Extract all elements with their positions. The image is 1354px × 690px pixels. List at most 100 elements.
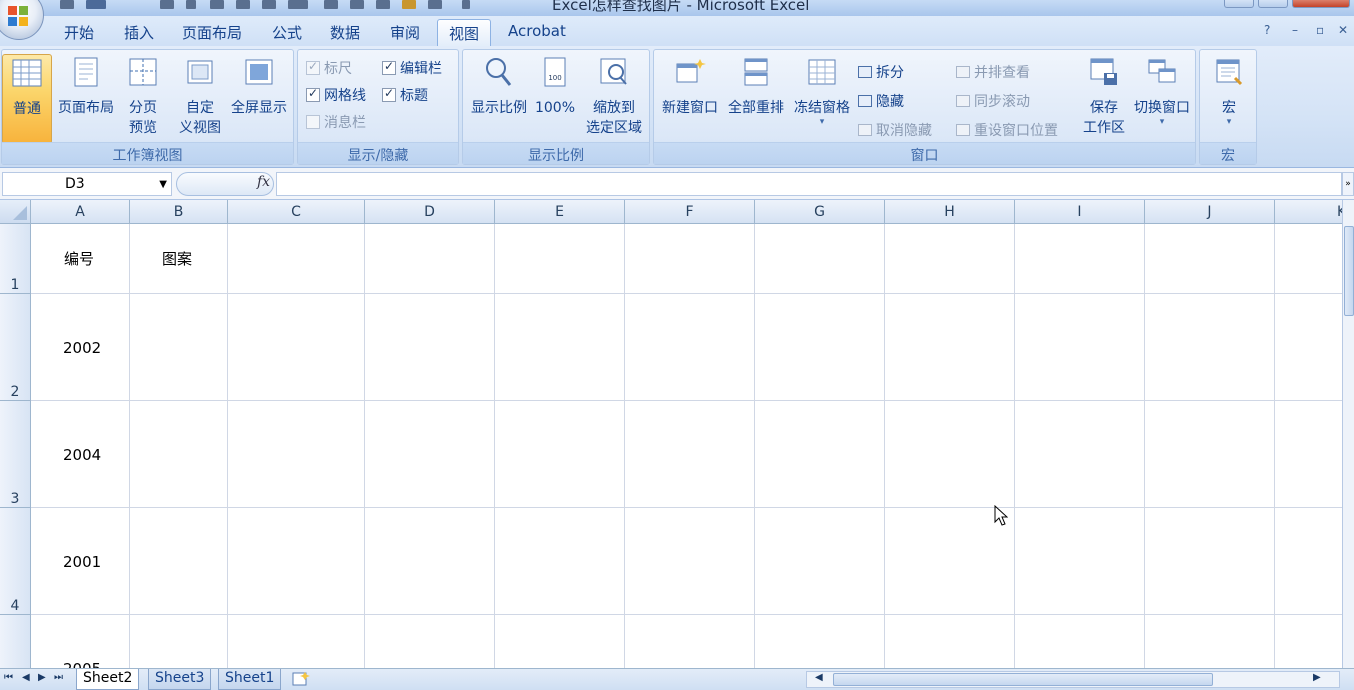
name-box[interactable]: D3 ▼: [2, 172, 172, 196]
message-bar-checkbox[interactable]: 消息栏: [306, 112, 366, 132]
cell-a5[interactable]: 2005: [63, 660, 101, 668]
format-icon[interactable]: [236, 0, 250, 9]
vertical-scroll-thumb[interactable]: [1344, 226, 1354, 316]
freeze-panes-button[interactable]: 冻结窗格 ▾: [790, 54, 854, 127]
zoom-to-selection-button[interactable]: 缩放到 选定区域: [581, 54, 647, 138]
print-icon[interactable]: [324, 0, 338, 9]
column-header-f[interactable]: F: [625, 200, 755, 224]
switch-windows-button[interactable]: 切换窗口 ▾: [1130, 54, 1194, 127]
save-icon[interactable]: [60, 0, 74, 9]
save-workspace-button[interactable]: 保存 工作区: [1078, 54, 1130, 138]
formula-bar-checkbox[interactable]: 编辑栏: [382, 58, 442, 78]
macros-button[interactable]: 宏 ▾: [1206, 54, 1252, 127]
ribbon-restore-icon[interactable]: ▫: [1316, 23, 1324, 37]
tab-insert[interactable]: 插入: [124, 22, 154, 43]
expand-formula-bar-icon[interactable]: »: [1342, 172, 1354, 196]
ribbon-minimize-icon[interactable]: –: [1292, 23, 1298, 37]
minimize-button[interactable]: [1224, 0, 1254, 8]
tab-formulas[interactable]: 公式: [272, 22, 302, 43]
scroll-right-icon[interactable]: ▶: [1313, 672, 1321, 683]
split-button[interactable]: 拆分: [858, 62, 904, 82]
column-header-j[interactable]: J: [1145, 200, 1275, 224]
new-window-button[interactable]: 新建窗口: [658, 54, 722, 118]
group-show-hide: 标尺 编辑栏 网格线 标题 消息栏 显示/隐藏: [297, 49, 459, 165]
next-sheet-icon[interactable]: ▶: [38, 672, 46, 683]
column-header-b[interactable]: B: [130, 200, 228, 224]
first-sheet-icon[interactable]: ⏮: [4, 672, 13, 683]
grid-icon[interactable]: [210, 0, 224, 9]
sheet-tab-sheet1[interactable]: Sheet1: [218, 669, 282, 690]
reset-window-position-button[interactable]: 重设窗口位置: [956, 120, 1058, 140]
prev-sheet-icon[interactable]: ◀: [22, 672, 30, 683]
cell-a1[interactable]: 编号: [64, 248, 94, 269]
close-button[interactable]: [1292, 0, 1350, 8]
headings-checkbox[interactable]: 标题: [382, 85, 428, 105]
ribbon-close-icon[interactable]: ✕: [1338, 23, 1348, 37]
tab-acrobat[interactable]: Acrobat: [508, 22, 566, 40]
cell-a2[interactable]: 2002: [63, 339, 101, 357]
last-sheet-icon[interactable]: ⏭: [54, 672, 63, 683]
unhide-button[interactable]: 取消隐藏: [858, 120, 932, 140]
column-header-g[interactable]: G: [755, 200, 885, 224]
tab-view[interactable]: 视图: [437, 19, 491, 47]
gridlines-checkbox[interactable]: 网格线: [306, 85, 366, 105]
page-break-preview-button[interactable]: 分页 预览: [120, 54, 166, 138]
help-icon[interactable]: ?: [1264, 23, 1270, 37]
name-box-dropdown-icon[interactable]: ▼: [159, 179, 167, 190]
column-header-k[interactable]: K: [1275, 200, 1342, 224]
customize-qat-icon[interactable]: [462, 0, 470, 9]
undo-icon[interactable]: [86, 0, 106, 9]
hide-window-button[interactable]: 隐藏: [858, 91, 904, 111]
scroll-left-icon[interactable]: ◀: [815, 672, 823, 683]
sheet-tab-sheet2[interactable]: Sheet2: [76, 669, 140, 690]
column-header-i[interactable]: I: [1015, 200, 1145, 224]
select-all-corner[interactable]: [0, 200, 31, 224]
sheet-tab-sheet3[interactable]: Sheet3: [148, 669, 212, 690]
arrange-all-button[interactable]: 全部重排: [724, 54, 788, 118]
cell-a3[interactable]: 2004: [63, 446, 101, 464]
new-file-icon[interactable]: [186, 0, 196, 9]
row-header-5[interactable]: [0, 615, 31, 668]
sync-scroll-button[interactable]: 同步滚动: [956, 91, 1030, 111]
zoom-button[interactable]: 显示比例: [467, 54, 531, 118]
side-by-side-button[interactable]: 并排查看: [956, 62, 1030, 82]
edit-icon[interactable]: [376, 0, 390, 9]
name-box-value: D3: [65, 176, 85, 192]
horizontal-scrollbar[interactable]: ◀ ▶: [806, 671, 1340, 688]
row-header-1[interactable]: 1: [0, 224, 31, 294]
tab-review[interactable]: 审阅: [390, 22, 420, 43]
horizontal-scroll-thumb[interactable]: [833, 673, 1213, 686]
open-folder-icon[interactable]: [402, 0, 416, 9]
column-header-e[interactable]: E: [495, 200, 625, 224]
column-header-h[interactable]: H: [885, 200, 1015, 224]
worksheet-grid[interactable]: A B C D E F G H I J K 1 2 3 4 编号 图案 2002…: [0, 200, 1342, 668]
cell-b1[interactable]: 图案: [162, 248, 192, 269]
tab-home[interactable]: 开始: [64, 22, 94, 43]
row-header-2[interactable]: 2: [0, 294, 31, 401]
column-header-a[interactable]: A: [31, 200, 130, 224]
formula-input[interactable]: [276, 172, 1342, 196]
chart-icon[interactable]: [262, 0, 276, 9]
unhide-icon: [858, 124, 872, 136]
maximize-button[interactable]: [1258, 0, 1288, 8]
camera-icon[interactable]: [428, 0, 442, 9]
insert-sheet-icon[interactable]: [292, 671, 310, 687]
row-header-3[interactable]: 3: [0, 401, 31, 508]
row-header-4[interactable]: 4: [0, 508, 31, 615]
ruler-checkbox[interactable]: 标尺: [306, 58, 352, 78]
full-screen-button[interactable]: 全屏显示: [226, 54, 292, 118]
column-header-d[interactable]: D: [365, 200, 495, 224]
cell-a4[interactable]: 2001: [63, 553, 101, 571]
custom-views-button[interactable]: 自定 义视图: [174, 54, 226, 138]
print-preview-icon[interactable]: [160, 0, 174, 9]
normal-view-button[interactable]: 普通: [2, 54, 52, 144]
tools-icon[interactable]: [288, 0, 308, 9]
page-layout-view-button[interactable]: 页面布局: [54, 54, 118, 118]
quick-print-icon[interactable]: [350, 0, 364, 9]
vertical-scrollbar[interactable]: [1342, 200, 1354, 668]
tab-data[interactable]: 数据: [330, 22, 360, 43]
tab-page-layout[interactable]: 页面布局: [182, 22, 242, 43]
zoom-100-button[interactable]: 100 100%: [533, 54, 577, 118]
insert-function-icon[interactable]: fx: [257, 174, 270, 190]
column-header-c[interactable]: C: [228, 200, 365, 224]
